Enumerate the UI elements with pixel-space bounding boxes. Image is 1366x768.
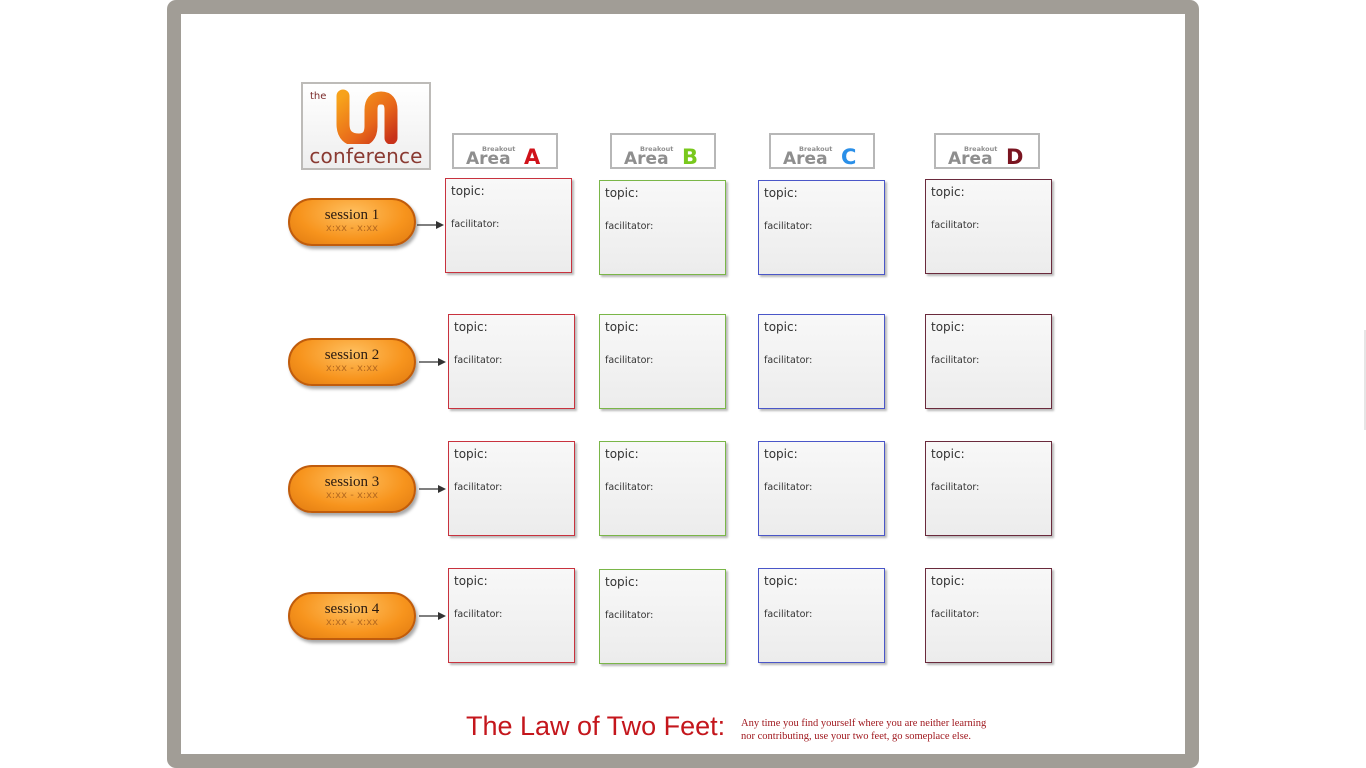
- session-label: session 2: [324, 347, 380, 363]
- session-2-pill: session 2 x:xx - x:xx: [288, 338, 416, 386]
- session-card: topic: facilitator:: [758, 568, 885, 663]
- session-card: topic: facilitator:: [599, 569, 726, 664]
- card-topic-label: topic:: [764, 447, 798, 461]
- area-word: Area: [466, 149, 511, 169]
- session-card: topic: facilitator:: [758, 314, 885, 409]
- area-letter: C: [841, 145, 857, 169]
- session-card: topic: facilitator:: [925, 314, 1052, 409]
- card-topic-label: topic:: [454, 574, 488, 588]
- card-topic-label: topic:: [451, 184, 485, 198]
- card-facilitator-label: facilitator:: [931, 482, 980, 493]
- session-card: topic: facilitator:: [925, 568, 1052, 663]
- card-topic-label: topic:: [931, 185, 965, 199]
- arrow-right-icon: [419, 485, 446, 493]
- card-facilitator-label: facilitator:: [454, 355, 503, 366]
- session-card: topic: facilitator:: [758, 441, 885, 536]
- card-facilitator-label: facilitator:: [764, 609, 813, 620]
- card-facilitator-label: facilitator:: [764, 355, 813, 366]
- card-facilitator-label: facilitator:: [764, 482, 813, 493]
- area-header-b: Breakout Area B: [610, 133, 716, 169]
- card-topic-label: topic:: [454, 320, 488, 334]
- session-card: topic: facilitator:: [925, 179, 1052, 274]
- area-word: Area: [624, 149, 669, 169]
- card-facilitator-label: facilitator:: [605, 221, 654, 232]
- card-facilitator-label: facilitator:: [764, 221, 813, 232]
- law-text-line-1: Any time you find yourself where you are…: [741, 718, 987, 729]
- session-card: topic: facilitator:: [599, 314, 726, 409]
- card-facilitator-label: facilitator:: [931, 355, 980, 366]
- logo-prefix: the: [310, 91, 327, 102]
- arrow-right-icon: [419, 358, 446, 366]
- arrow-right-icon: [417, 221, 444, 229]
- session-card: topic: facilitator:: [448, 441, 575, 536]
- session-card: topic: facilitator:: [599, 180, 726, 275]
- card-topic-label: topic:: [454, 447, 488, 461]
- session-time: x:xx - x:xx: [325, 617, 379, 628]
- area-header-c: Breakout Area C: [769, 133, 875, 169]
- slide-canvas: the conference Breakout Area A Breakout: [181, 14, 1185, 754]
- card-facilitator-label: facilitator:: [454, 482, 503, 493]
- law-text-line-2: nor contributing, use your two feet, go …: [741, 731, 972, 742]
- area-word: Area: [783, 149, 828, 169]
- session-label: session 3: [324, 474, 380, 490]
- session-1-pill: session 1 x:xx - x:xx: [288, 198, 416, 246]
- card-topic-label: topic:: [931, 574, 965, 588]
- card-facilitator-label: facilitator:: [931, 609, 980, 620]
- area-word: Area: [948, 149, 993, 169]
- session-card: topic: facilitator:: [448, 314, 575, 409]
- card-facilitator-label: facilitator:: [605, 355, 654, 366]
- session-4-pill: session 4 x:xx - x:xx: [288, 592, 416, 640]
- area-letter: D: [1006, 145, 1024, 169]
- logo-wave-icon: [336, 89, 398, 144]
- session-time: x:xx - x:xx: [325, 223, 379, 234]
- session-card: topic: facilitator:: [599, 441, 726, 536]
- card-facilitator-label: facilitator:: [931, 220, 980, 231]
- presentation-frame: the conference Breakout Area A Breakout: [167, 0, 1199, 768]
- session-time: x:xx - x:xx: [325, 490, 379, 501]
- arrow-right-icon: [419, 612, 446, 620]
- law-of-two-feet-title: The Law of Two Feet:: [466, 711, 726, 741]
- card-topic-label: topic:: [931, 447, 965, 461]
- session-label: session 4: [324, 601, 380, 617]
- card-topic-label: topic:: [764, 574, 798, 588]
- area-header-a: Breakout Area A: [452, 133, 558, 169]
- card-facilitator-label: facilitator:: [605, 610, 654, 621]
- session-time: x:xx - x:xx: [325, 363, 379, 374]
- conference-logo: the conference: [301, 82, 431, 170]
- card-topic-label: topic:: [931, 320, 965, 334]
- card-facilitator-label: facilitator:: [451, 219, 500, 230]
- session-card: topic: facilitator:: [445, 178, 572, 273]
- card-facilitator-label: facilitator:: [454, 609, 503, 620]
- card-topic-label: topic:: [605, 320, 639, 334]
- session-3-pill: session 3 x:xx - x:xx: [288, 465, 416, 513]
- card-topic-label: topic:: [764, 320, 798, 334]
- card-facilitator-label: facilitator:: [605, 482, 654, 493]
- logo-name: conference: [309, 144, 423, 168]
- session-card: topic: facilitator:: [758, 180, 885, 275]
- card-topic-label: topic:: [605, 186, 639, 200]
- session-card: topic: facilitator:: [925, 441, 1052, 536]
- area-letter: A: [524, 145, 541, 169]
- session-card: topic: facilitator:: [448, 568, 575, 663]
- card-topic-label: topic:: [605, 575, 639, 589]
- area-letter: B: [682, 145, 699, 169]
- session-label: session 1: [324, 207, 380, 223]
- card-topic-label: topic:: [605, 447, 639, 461]
- law-of-two-feet-text: Any time you find yourself where you are…: [741, 717, 1041, 743]
- area-header-d: Breakout Area D: [934, 133, 1040, 169]
- card-topic-label: topic:: [764, 186, 798, 200]
